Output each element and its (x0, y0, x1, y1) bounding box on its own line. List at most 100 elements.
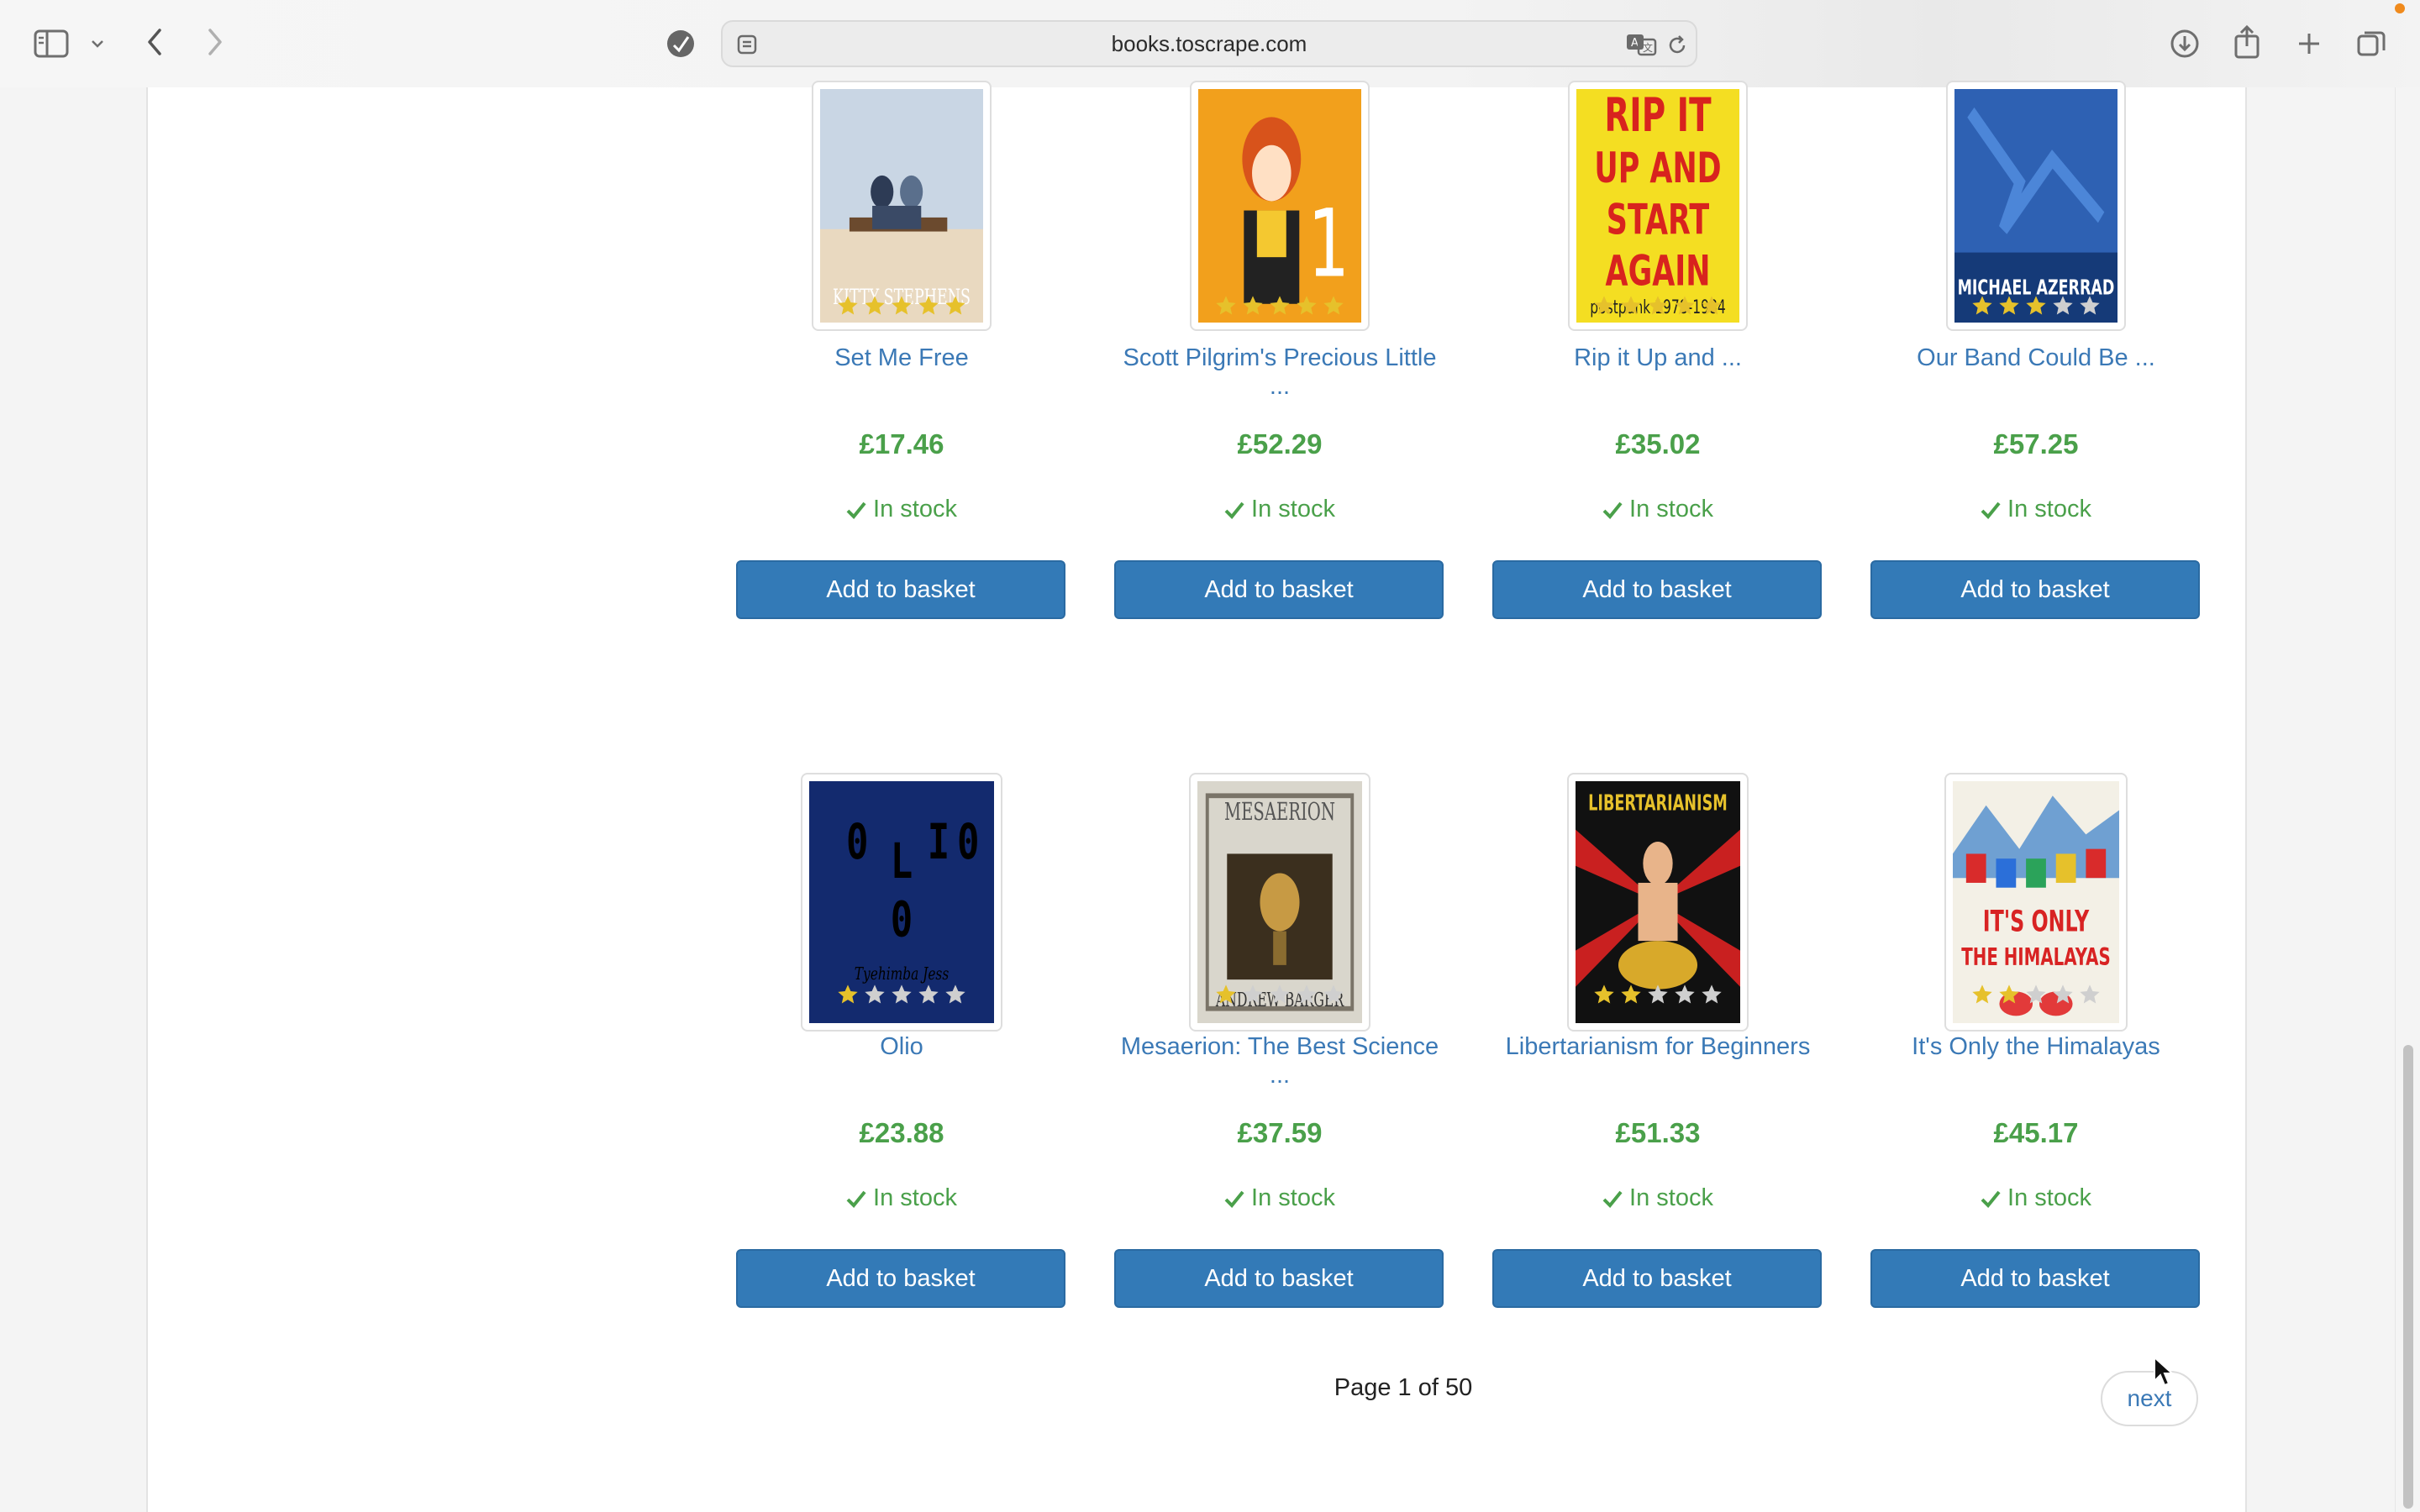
product-price: £51.33 (1615, 1117, 1701, 1148)
svg-text:A: A (1631, 37, 1639, 50)
chevron-down-icon[interactable] (87, 34, 108, 54)
product-title-link[interactable]: Mesaerion: The Best Science... (1114, 1029, 1445, 1089)
star-rating (1114, 294, 1445, 318)
svg-text:LIBERTARIANISM: LIBERTARIANISM (1588, 790, 1728, 816)
product-price: £23.88 (859, 1117, 944, 1148)
translate-icon[interactable]: A文 (1625, 30, 1659, 59)
star-filled-icon (917, 294, 940, 318)
checkmark-icon (1602, 1189, 1623, 1208)
browser-toolbar: books.toscrape.com A文 (0, 0, 2420, 89)
product-title-link[interactable]: It's Only the Himalayas (1870, 1029, 2202, 1064)
reload-icon[interactable] (1664, 32, 1691, 59)
book-cover-set-me-free-icon: KITTY STEPHENS (820, 89, 983, 323)
tab-overview-icon[interactable] (2354, 27, 2388, 60)
add-to-basket-button[interactable]: Add to basket (1114, 560, 1444, 619)
next-page-button[interactable]: next (2101, 1371, 2198, 1426)
checkmark-icon (846, 1189, 866, 1208)
availability: In stock (736, 496, 1067, 523)
star-empty-icon (1646, 983, 1670, 1006)
add-to-basket-button[interactable]: Add to basket (1492, 560, 1822, 619)
downloads-icon[interactable] (2168, 27, 2202, 60)
add-to-basket-button[interactable]: Add to basket (736, 560, 1065, 619)
star-empty-icon (2051, 983, 2075, 1006)
product-title-link[interactable]: Rip it Up and ... (1492, 340, 1823, 375)
book-cover-rip-it-up-icon: RIP ITUP ANDSTARTAGAINpostpunk 1978-1984 (1576, 89, 1739, 323)
add-to-basket-button[interactable]: Add to basket (1870, 1249, 2200, 1308)
product-title-continuation: ... (1269, 1062, 1291, 1089)
svg-text:Tyehimba Jess: Tyehimba Jess (855, 964, 949, 984)
product-title-link[interactable]: Our Band Could Be ... (1870, 340, 2202, 375)
availability: In stock (1114, 496, 1445, 523)
product-price: £17.46 (859, 428, 944, 459)
star-empty-icon (1673, 983, 1697, 1006)
availability-text: In stock (1251, 1184, 1335, 1211)
star-filled-icon (863, 294, 886, 318)
star-filled-icon (890, 294, 913, 318)
product-title-continuation: ... (1269, 373, 1291, 400)
checkmark-icon (1981, 501, 2001, 519)
star-filled-icon (1322, 294, 1345, 318)
svg-text:L: L (891, 833, 913, 890)
star-empty-icon (1322, 983, 1345, 1006)
availability-text: In stock (1629, 1184, 1713, 1211)
product-price: £37.59 (1237, 1117, 1323, 1148)
add-to-basket-button[interactable]: Add to basket (1114, 1249, 1444, 1308)
svg-text:IT'S ONLY: IT'S ONLY (1983, 904, 2090, 938)
sidebar-toggle-icon[interactable] (34, 29, 69, 59)
back-icon[interactable] (139, 25, 170, 59)
add-to-basket-button[interactable]: Add to basket (736, 1249, 1065, 1308)
add-to-basket-button[interactable]: Add to basket (1492, 1249, 1822, 1308)
privacy-report-icon[interactable] (666, 29, 696, 59)
share-icon[interactable] (2230, 24, 2264, 60)
star-filled-icon (1214, 983, 1238, 1006)
url-text[interactable]: books.toscrape.com (723, 22, 1696, 66)
star-empty-icon (2078, 983, 2102, 1006)
product-price: £35.02 (1615, 428, 1701, 459)
checkmark-icon (1224, 501, 1244, 519)
star-filled-icon (836, 983, 860, 1006)
star-filled-icon (836, 294, 860, 318)
book-cover-our-band-icon: MICHAEL AZERRAD (1954, 89, 2118, 323)
svg-text:0: 0 (957, 814, 979, 870)
product-price: £57.25 (1993, 428, 2079, 459)
star-filled-icon (944, 294, 967, 318)
star-filled-icon (1592, 294, 1616, 318)
svg-text:AGAIN: AGAIN (1606, 247, 1711, 296)
scrollbar-thumb[interactable] (2403, 1045, 2413, 1509)
product-title-text: Our Band Could Be ... (1917, 344, 2155, 371)
svg-text:0: 0 (891, 891, 913, 948)
checkmark-icon (846, 501, 866, 519)
notification-dot (2395, 3, 2405, 13)
star-empty-icon (1268, 983, 1292, 1006)
product-title-text: Set Me Free (834, 344, 969, 371)
star-rating (1114, 983, 1445, 1006)
star-empty-icon (863, 983, 886, 1006)
star-rating (1870, 983, 2202, 1006)
availability: In stock (1492, 1184, 1823, 1212)
star-filled-icon (1646, 294, 1670, 318)
star-filled-icon (1241, 294, 1265, 318)
svg-text:0: 0 (846, 814, 868, 870)
address-bar[interactable]: books.toscrape.com A文 (721, 20, 1697, 67)
new-tab-icon[interactable] (2292, 27, 2326, 60)
star-empty-icon (1700, 983, 1723, 1006)
availability-text: In stock (873, 496, 957, 522)
product-title-link[interactable]: Olio (736, 1029, 1067, 1064)
star-filled-icon (1268, 294, 1292, 318)
star-filled-icon (1700, 294, 1723, 318)
star-filled-icon (1997, 983, 2021, 1006)
add-to-basket-button[interactable]: Add to basket (1870, 560, 2200, 619)
page-indicator: Page 1 of 50 (1334, 1374, 1473, 1401)
svg-text:THE HIMALAYAS: THE HIMALAYAS (1961, 942, 2110, 971)
star-filled-icon (2024, 294, 2048, 318)
forward-icon[interactable] (200, 25, 230, 59)
product-title-link[interactable]: Set Me Free (736, 340, 1067, 375)
svg-text:START: START (1607, 196, 1710, 244)
mouse-cursor-icon (2153, 1355, 2175, 1392)
star-empty-icon (1241, 983, 1265, 1006)
availability: In stock (1114, 1184, 1445, 1212)
product-title-link[interactable]: Scott Pilgrim's Precious Little... (1114, 340, 1445, 400)
product-title-link[interactable]: Libertarianism for Beginners (1492, 1029, 1823, 1064)
star-filled-icon (1214, 294, 1238, 318)
star-filled-icon (1592, 983, 1616, 1006)
